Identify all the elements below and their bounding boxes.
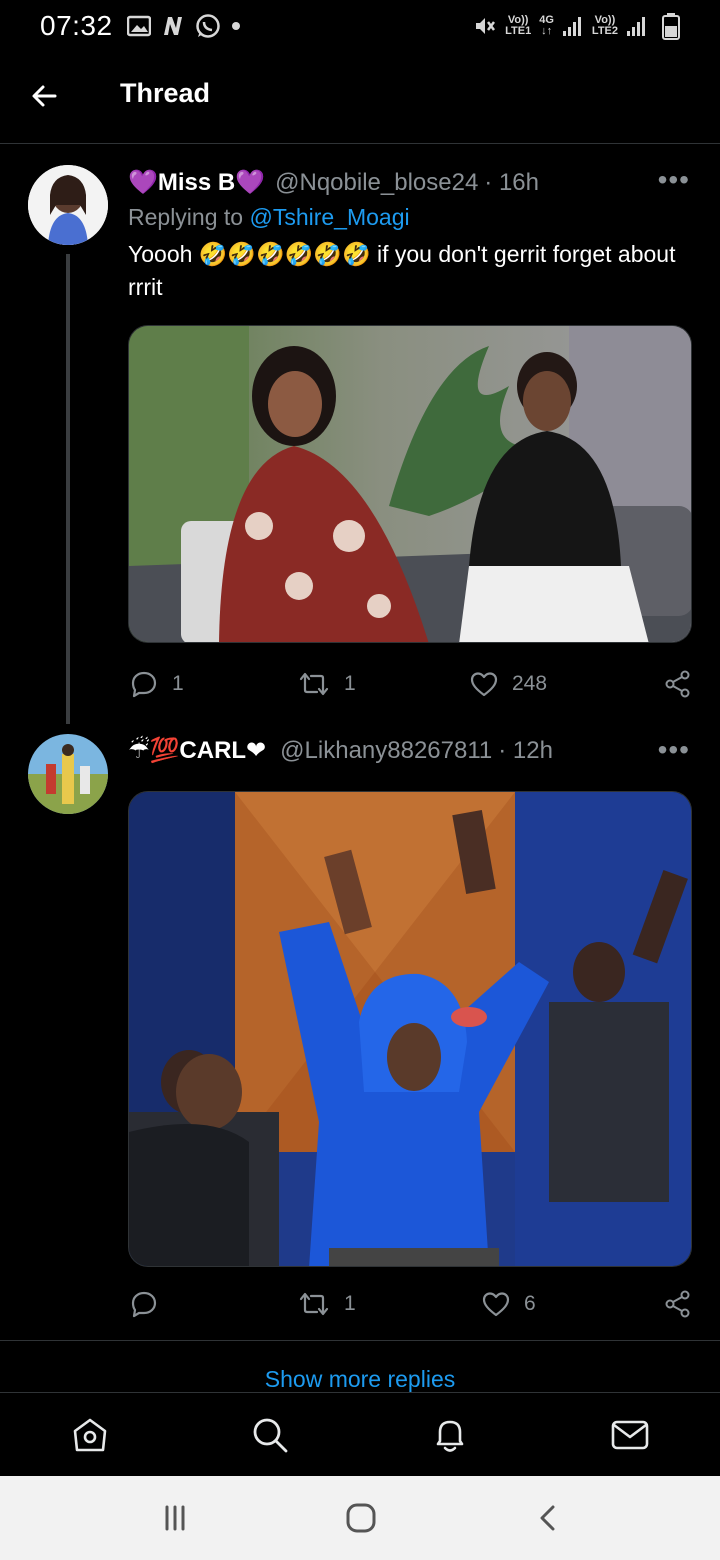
battery-icon (662, 13, 680, 40)
network-label: 4G ↓↑ (539, 14, 554, 37)
share-icon (665, 670, 690, 698)
signal-icon-1 (562, 17, 581, 36)
like-count: 6 (524, 1292, 536, 1315)
tweet-image[interactable] (128, 791, 692, 1267)
retweet-icon (299, 1292, 329, 1316)
arrow-left-icon (32, 85, 57, 107)
sim2-label: Vo)) LTE2 (591, 14, 618, 37)
reply-icon (131, 671, 157, 698)
recent-apps-icon (165, 1505, 185, 1531)
tweet-image[interactable] (128, 325, 692, 643)
search-icon (253, 1418, 288, 1453)
status-bar: 07:32 Vo)) LTE1 4G ↓↑ Vo)) LTE2 (0, 0, 720, 52)
tweet-time: · 12h (498, 736, 553, 764)
photo-man-blue-hoodie-choir (129, 792, 691, 1266)
messages-icon (611, 1420, 649, 1450)
tweet-header: 💜Miss B💜 @Nqobile_blose24 · 16h (128, 168, 539, 197)
thread-connector (66, 254, 70, 724)
like-count: 248 (512, 672, 548, 695)
tweet-1[interactable]: 💜Miss B💜 @Nqobile_blose24 · 16h ••• Repl… (0, 144, 720, 724)
tweet-text: Yoooh 🤣🤣🤣🤣🤣🤣 if you don't gerrit forget … (128, 241, 676, 300)
reply-mention-link[interactable]: @Tshire_Moagi (249, 204, 409, 230)
image-icon (126, 15, 151, 37)
avatar[interactable] (28, 165, 108, 245)
reply-count: 1 (172, 672, 184, 695)
retweet-count: 1 (344, 1292, 356, 1315)
tweet-header: ☔💯CARL❤ @Likhany88267811 · 12h (128, 736, 553, 765)
home-icon (73, 1418, 107, 1452)
bottom-tab-bar (0, 1392, 720, 1476)
like-button[interactable]: 248 (470, 664, 547, 704)
photo-two-women-laughing (129, 326, 691, 642)
tweet-time: · 16h (484, 168, 539, 196)
signal-icon-2 (627, 17, 645, 36)
avatar-image (28, 165, 108, 245)
dot-icon (231, 22, 240, 30)
tab-messages[interactable] (608, 1413, 652, 1457)
status-time: 07:32 (40, 10, 113, 41)
system-nav-bar (0, 1476, 720, 1560)
recent-apps-button[interactable] (155, 1500, 195, 1536)
back-button[interactable] (26, 78, 62, 114)
tweet-actions: 1 1 248 (128, 664, 698, 704)
tab-notifications[interactable] (428, 1413, 472, 1457)
like-button[interactable]: 6 (482, 1284, 536, 1324)
reply-button[interactable] (130, 1284, 172, 1324)
share-button[interactable] (664, 664, 692, 704)
share-button[interactable] (664, 1284, 692, 1324)
page-title: Thread (120, 78, 211, 108)
heart-icon (482, 1292, 510, 1317)
tweet-2[interactable]: ☔💯CARL❤ @Likhany88267811 · 12h ••• 1 6 (0, 724, 720, 1340)
retweet-button[interactable]: 1 (298, 1284, 356, 1324)
tab-home[interactable] (68, 1413, 112, 1457)
back-system-button[interactable] (528, 1500, 568, 1536)
author-name[interactable]: 💜Miss B💜 (128, 168, 265, 197)
back-chevron-icon (540, 1505, 555, 1531)
retweet-button[interactable]: 1 (298, 664, 356, 704)
replying-to: Replying to @Tshire_Moagi (128, 204, 410, 230)
top-nav: Thread (0, 52, 720, 144)
author-handle[interactable]: @Likhany88267811 (280, 737, 492, 765)
notifications-icon (436, 1420, 464, 1452)
tab-search[interactable] (248, 1413, 292, 1457)
heart-icon (470, 672, 498, 697)
home-circle-icon (346, 1503, 376, 1533)
n-app-icon (163, 17, 182, 35)
reply-button[interactable]: 1 (130, 664, 184, 704)
status-right-icons: Vo)) LTE1 4G ↓↑ Vo)) LTE2 (473, 12, 680, 40)
show-more-replies-link[interactable]: Show more replies (0, 1366, 720, 1393)
whatsapp-icon (195, 14, 220, 38)
more-options-icon[interactable]: ••• (658, 164, 690, 196)
share-icon (665, 1290, 690, 1318)
mute-icon (476, 18, 496, 34)
author-name[interactable]: ☔💯CARL❤ (128, 736, 266, 765)
retweet-icon (299, 672, 329, 696)
tweet-actions: 1 6 (128, 1284, 698, 1324)
author-handle[interactable]: @Nqobile_blose24 (275, 169, 478, 197)
avatar-image (28, 734, 108, 814)
status-notification-icons (126, 13, 241, 39)
divider (0, 1340, 720, 1341)
avatar[interactable] (28, 734, 108, 814)
reply-icon (131, 1291, 157, 1318)
sim1-label: Vo)) LTE1 (505, 14, 532, 37)
more-options-icon[interactable]: ••• (658, 734, 690, 766)
retweet-count: 1 (344, 672, 356, 695)
home-system-button[interactable] (341, 1500, 381, 1536)
